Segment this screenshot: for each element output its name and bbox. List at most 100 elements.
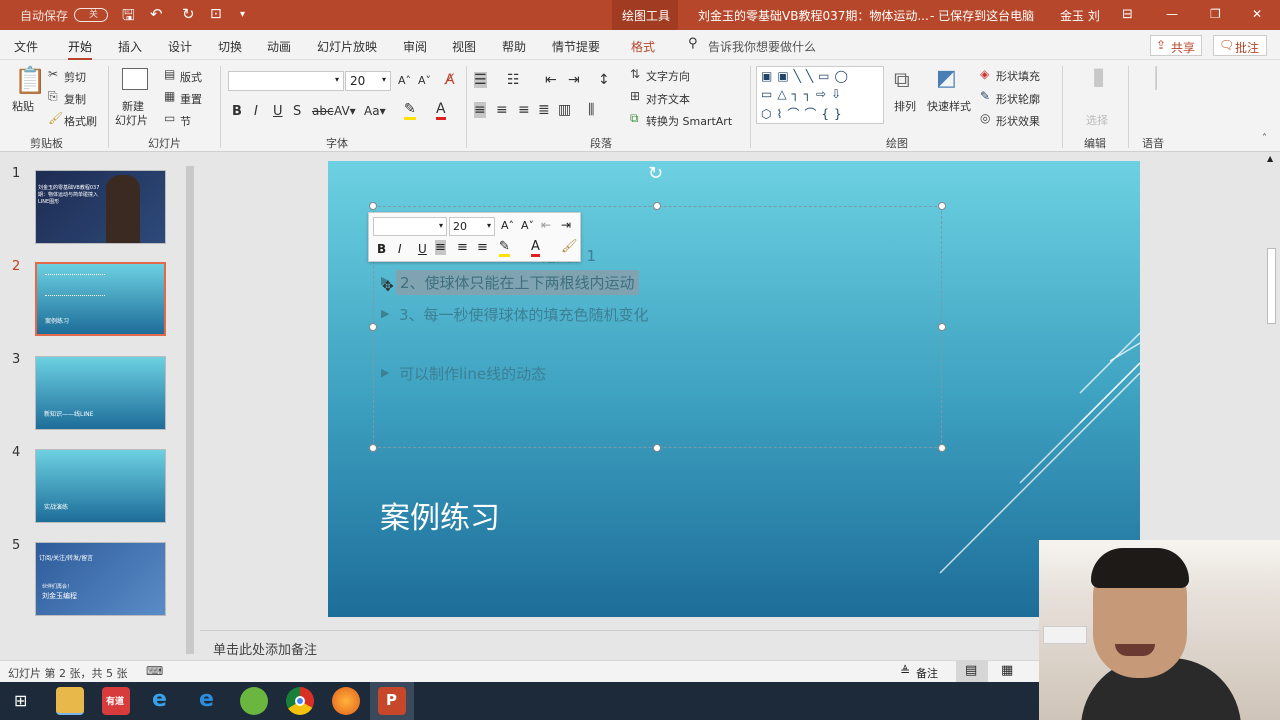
- scroll-thumb[interactable]: [1267, 248, 1276, 324]
- align-center-icon[interactable]: ≡: [496, 102, 508, 118]
- tab-help[interactable]: 帮助: [502, 38, 526, 55]
- slide-sorter-icon[interactable]: ▦: [1001, 663, 1013, 678]
- mini-italic-button[interactable]: I: [398, 242, 402, 256]
- numbering-icon[interactable]: ☷: [507, 72, 520, 88]
- tab-home[interactable]: 开始: [68, 38, 93, 60]
- align-left-icon[interactable]: ≡: [474, 102, 486, 118]
- user-name[interactable]: 金玉 刘: [1060, 7, 1100, 24]
- shapes-gallery[interactable]: ▣▣╲╲▭◯ ▭△┐┐⇨⇩ ⬡⌇⌒⌒{}: [756, 66, 884, 124]
- shape-outline-button[interactable]: 形状轮廓: [996, 91, 1040, 107]
- tab-format[interactable]: 格式: [631, 38, 655, 55]
- mini-font-name-input[interactable]: ▾: [373, 217, 447, 236]
- mini-align-center-icon[interactable]: ≡: [457, 240, 468, 255]
- chrome-icon[interactable]: [286, 687, 314, 715]
- powerpoint-icon[interactable]: P: [378, 687, 406, 715]
- bullet-3[interactable]: 3、每一秒使得球体的填充色随机变化: [399, 304, 649, 325]
- grow-font-icon[interactable]: A˄: [501, 219, 514, 232]
- scroll-thumb[interactable]: [186, 166, 194, 654]
- minimize-icon[interactable]: —: [1166, 7, 1178, 21]
- ribbon-display-icon[interactable]: ⊟: [1122, 7, 1133, 22]
- clear-format-icon[interactable]: A̸: [445, 72, 455, 88]
- present-icon[interactable]: ⊡: [210, 6, 222, 22]
- font-color-icon[interactable]: A: [436, 101, 446, 120]
- undo-icon[interactable]: ↶: [150, 5, 163, 23]
- shape-fill-button[interactable]: 形状填充: [996, 68, 1040, 84]
- tab-animations[interactable]: 动画: [267, 38, 291, 55]
- tab-file[interactable]: 文件: [14, 38, 38, 55]
- mini-format-painter-icon[interactable]: 🖌: [561, 239, 578, 254]
- copy-button[interactable]: 复制: [64, 91, 86, 107]
- tab-review[interactable]: 审阅: [403, 38, 427, 55]
- italic-button[interactable]: I: [254, 104, 258, 119]
- shape-effects-button[interactable]: 形状效果: [996, 113, 1040, 129]
- slide-thumb-4[interactable]: 实战演练: [35, 449, 166, 523]
- char-spacing-icon[interactable]: AV▾: [334, 104, 356, 118]
- distributed-icon[interactable]: ▥: [558, 102, 571, 118]
- notes-toggle-button[interactable]: 备注: [916, 665, 938, 681]
- windows-start-icon[interactable]: ⊞: [14, 691, 27, 710]
- increase-indent-icon[interactable]: ⇥: [561, 218, 571, 232]
- smartart-button[interactable]: 转换为 SmartArt: [646, 113, 732, 129]
- tab-slideshow[interactable]: 幻灯片放映: [317, 38, 377, 55]
- resize-handle[interactable]: [938, 323, 946, 331]
- new-slide-label-2[interactable]: 幻灯片: [115, 112, 148, 128]
- dictionary-app-icon[interactable]: 有道: [102, 687, 130, 715]
- tab-transitions[interactable]: 切换: [218, 38, 242, 55]
- mini-font-size-input[interactable]: 20 ▾: [449, 217, 495, 236]
- resize-handle[interactable]: [369, 323, 377, 331]
- redo-icon[interactable]: ↻: [182, 5, 195, 23]
- slide-thumb-5[interactable]: 订阅/关注/转发/留言 伙伴们再会！ 刘金玉编程: [35, 542, 166, 616]
- share-button[interactable]: ⇪ 共享: [1150, 35, 1202, 56]
- slide-title[interactable]: 案例练习: [380, 493, 500, 537]
- bullet-4[interactable]: 可以制作line线的动态: [399, 363, 546, 384]
- align-right-icon[interactable]: ≡: [518, 102, 530, 118]
- ie-icon[interactable]: e: [148, 687, 176, 715]
- notes-placeholder[interactable]: 单击此处添加备注: [213, 639, 317, 658]
- resize-handle[interactable]: [653, 202, 661, 210]
- tab-storyboard[interactable]: 情节提要: [552, 38, 600, 55]
- slide-thumb-2[interactable]: 案例练习: [35, 262, 166, 336]
- notes-pane[interactable]: 单击此处添加备注: [200, 630, 1040, 660]
- shrink-font-icon[interactable]: A˅: [418, 74, 431, 87]
- reset-button[interactable]: 重置: [180, 91, 202, 107]
- underline-button[interactable]: U: [273, 104, 283, 119]
- shadow-button[interactable]: S: [293, 104, 301, 119]
- resize-handle[interactable]: [938, 444, 946, 452]
- align-text-button[interactable]: 对齐文本: [646, 91, 690, 107]
- resize-handle[interactable]: [653, 444, 661, 452]
- bullets-icon[interactable]: ☰: [474, 72, 487, 88]
- slide-thumb-3[interactable]: 新知识——线LINE: [35, 356, 166, 430]
- normal-view-icon[interactable]: ▤: [965, 663, 977, 678]
- file-explorer-icon[interactable]: [56, 687, 84, 715]
- quick-styles-button[interactable]: 快速样式: [927, 98, 971, 114]
- decrease-indent-icon[interactable]: ⇤: [545, 72, 557, 88]
- cut-button[interactable]: 剪切: [64, 69, 86, 85]
- mini-bold-button[interactable]: B: [377, 242, 386, 256]
- scroll-up-icon[interactable]: ▲: [1267, 154, 1273, 163]
- paste-icon[interactable]: 📋: [14, 68, 46, 94]
- mini-highlight-icon[interactable]: ✎: [499, 239, 510, 257]
- maximize-icon[interactable]: ❐: [1210, 7, 1221, 21]
- thumbnail-scrollbar[interactable]: [184, 156, 196, 656]
- change-case-icon[interactable]: Aa▾: [364, 104, 386, 118]
- line-spacing-icon[interactable]: ↕: [598, 72, 610, 88]
- grow-font-icon[interactable]: A˄: [398, 74, 411, 87]
- firefox-icon[interactable]: [332, 687, 360, 715]
- text-direction-button[interactable]: 文字方向: [646, 68, 690, 84]
- font-size-input[interactable]: 20 ▾: [345, 71, 391, 91]
- resize-handle[interactable]: [369, 202, 377, 210]
- collapse-ribbon-icon[interactable]: ˄: [1262, 134, 1267, 144]
- mini-align-right-icon[interactable]: ≡: [477, 240, 488, 255]
- tell-me-input[interactable]: 告诉我你想要做什么: [708, 38, 816, 55]
- bullet-2-selected[interactable]: 2、使球体只能在上下两根线内运动: [396, 270, 639, 295]
- dictate-icon[interactable]: │: [1150, 68, 1162, 88]
- columns-icon[interactable]: ⫼: [588, 102, 594, 118]
- font-name-input[interactable]: ▾: [228, 71, 344, 91]
- resize-handle[interactable]: [938, 202, 946, 210]
- resize-handle[interactable]: [369, 444, 377, 452]
- highlight-icon[interactable]: ✎: [404, 101, 416, 120]
- close-icon[interactable]: ✕: [1252, 7, 1262, 21]
- save-icon[interactable]: 🖫: [122, 5, 135, 30]
- mini-align-left-icon[interactable]: ≡: [435, 240, 446, 255]
- comments-button[interactable]: 🗨 批注: [1213, 35, 1267, 56]
